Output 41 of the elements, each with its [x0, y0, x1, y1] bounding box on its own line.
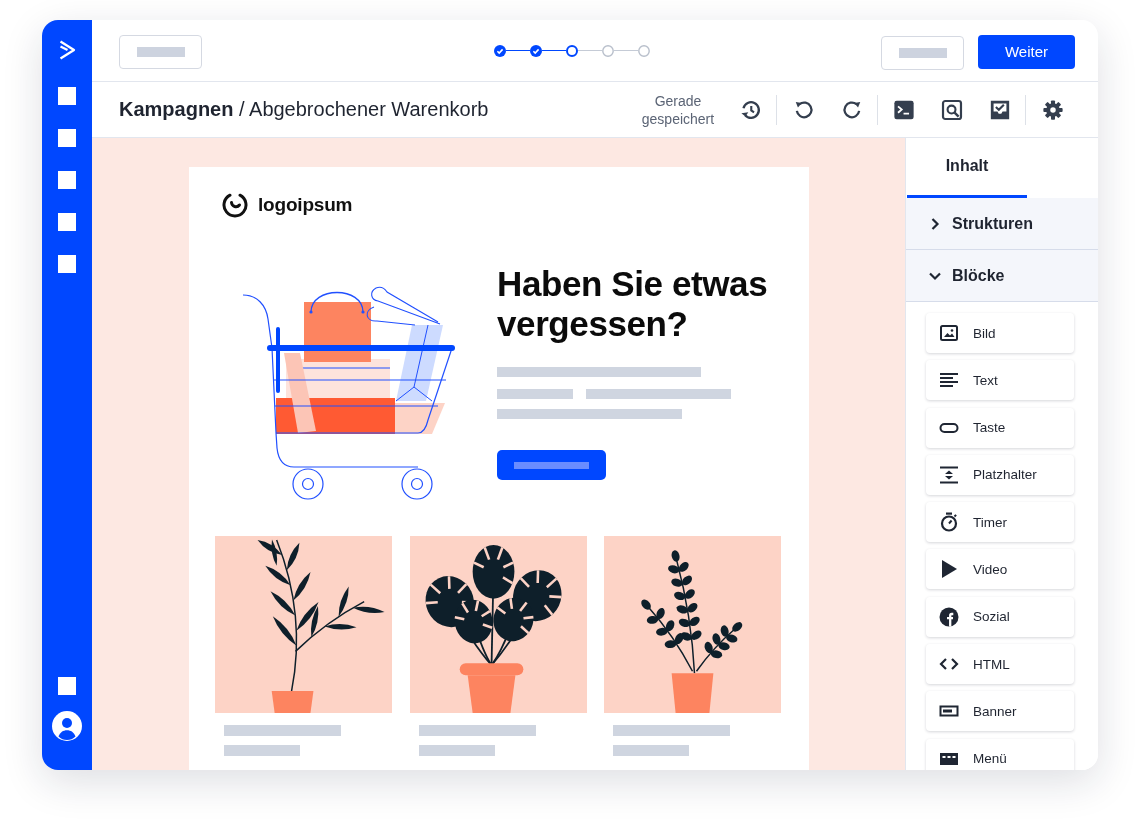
step-connector — [578, 49, 602, 52]
play-icon — [939, 559, 959, 580]
step-connector — [542, 49, 566, 52]
social-icon — [939, 606, 959, 627]
image-icon — [939, 323, 959, 343]
step-check-icon[interactable] — [530, 44, 542, 57]
history-icon[interactable] — [740, 98, 762, 121]
ring-logo-icon — [222, 192, 248, 218]
block-tile[interactable]: Banner — [926, 691, 1074, 732]
logo-text: logoipsum — [258, 194, 353, 216]
step-connector — [614, 49, 638, 52]
block-tile[interactable]: Taste — [926, 407, 1074, 448]
step-check-icon[interactable] — [494, 44, 506, 57]
block-tile[interactable]: HTML — [926, 644, 1074, 685]
avatar-icon[interactable] — [52, 711, 82, 741]
skeleton-label — [898, 47, 947, 58]
save-status: Gerade gespeichert — [640, 91, 716, 128]
terminal-icon[interactable] — [893, 98, 915, 121]
next-button[interactable]: Weiter — [978, 34, 1075, 69]
step-connector — [506, 49, 530, 52]
spacer-icon — [939, 464, 959, 485]
page-title: Kampagnen / Abgebrochener Warenkorb — [119, 98, 490, 121]
block-tile[interactable]: Timer — [926, 502, 1074, 543]
block-tile[interactable]: Bild — [926, 313, 1074, 353]
stopwatch-icon — [939, 512, 959, 533]
block-tile[interactable]: Text — [926, 360, 1074, 401]
preview-search-icon[interactable] — [941, 98, 963, 121]
section-header[interactable]: Blöcke — [906, 250, 1098, 302]
undo-icon[interactable] — [793, 98, 815, 121]
tray-check-icon[interactable] — [989, 98, 1011, 121]
settings-icon[interactable] — [1042, 98, 1064, 121]
email-headline: Haben Sie etwas vergessen? — [497, 264, 769, 344]
block-tile[interactable]: Sozial — [926, 596, 1074, 637]
skeleton-label — [136, 46, 185, 57]
block-tile[interactable]: Video — [926, 549, 1074, 590]
block-tile[interactable]: Platzhalter — [926, 454, 1074, 495]
section-header[interactable]: Strukturen — [906, 198, 1098, 250]
step-ring-icon[interactable] — [566, 44, 578, 57]
chevron-logo-icon[interactable] — [57, 40, 77, 60]
block-tile[interactable]: Menü — [926, 738, 1074, 770]
redo-icon[interactable] — [841, 98, 863, 121]
